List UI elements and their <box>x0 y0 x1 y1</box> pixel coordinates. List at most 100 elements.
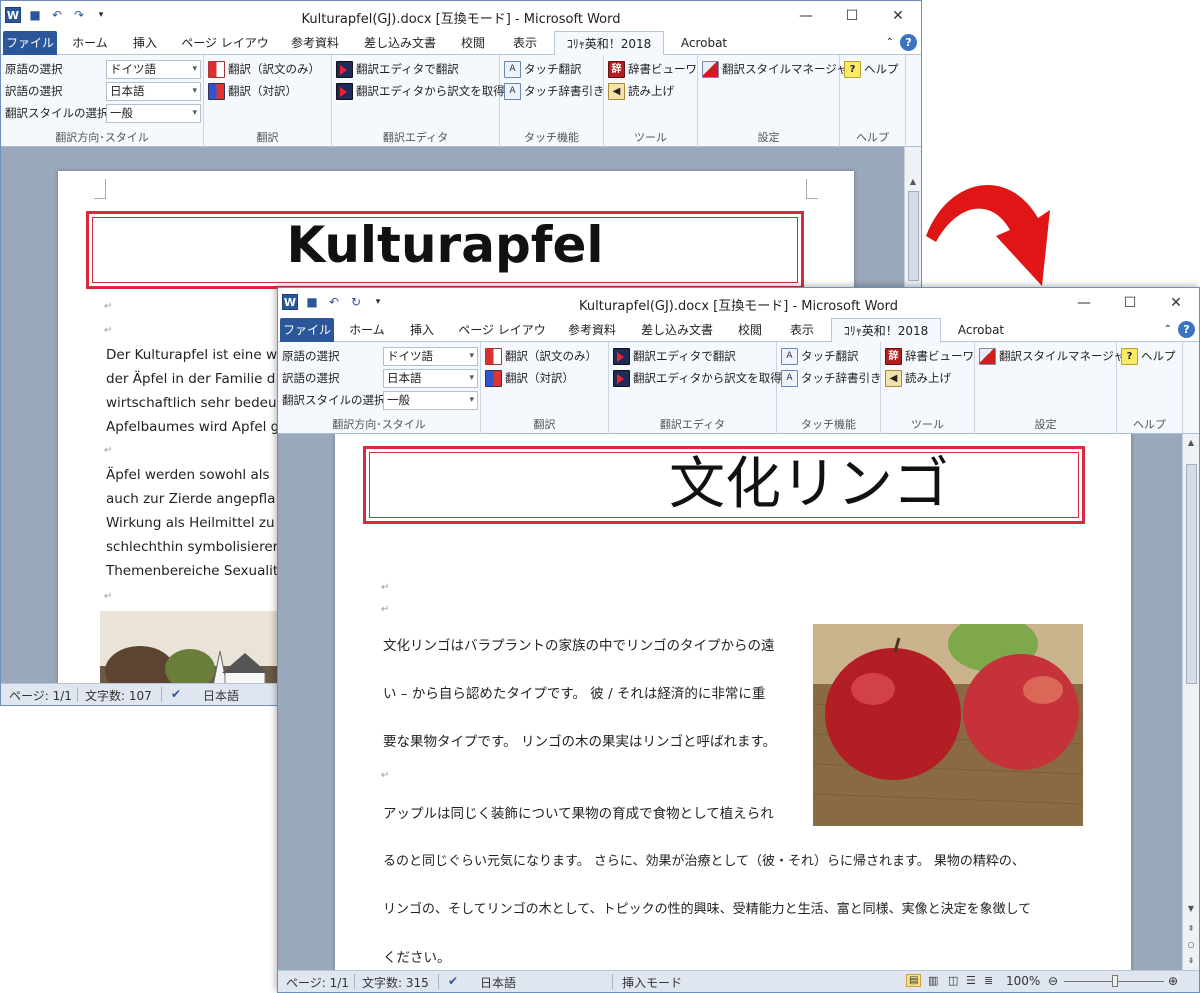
translation-style-select[interactable]: 一般 <box>106 103 201 123</box>
collapse-ribbon-icon[interactable]: ⌃ <box>1164 324 1172 335</box>
touch-translate-button[interactable]: A タッチ翻訳 <box>504 59 582 79</box>
tab-file[interactable]: ファイル <box>3 31 57 55</box>
scroll-up-arrow[interactable]: ▲ <box>1183 438 1199 447</box>
web-layout-icon[interactable]: ◫ <box>948 974 958 987</box>
prev-page-icon[interactable]: ⇞ <box>1183 924 1199 933</box>
paragraph-mark: ↵ <box>104 591 113 602</box>
tab-home[interactable]: ホーム <box>67 31 113 55</box>
translation-style-label: 翻訳スタイルの選択 <box>5 106 109 120</box>
button-label: ヘルプ <box>864 62 899 76</box>
body-line: るのと同じぐらい元気になります。 さらに、効果が治療として（彼・それ）らに帰され… <box>383 854 1025 869</box>
editor-translate-button[interactable]: 翻訳エディタで翻訳 <box>613 346 736 366</box>
tab-korya-eiwa[interactable]: ｺﾘｬ英和！2018 <box>554 31 664 56</box>
touch-dictionary-button[interactable]: A タッチ辞書引き <box>504 81 605 101</box>
minimize-button[interactable]: — <box>1061 288 1107 318</box>
document-area: 文化リンゴ ↵ ↵ 文化リンゴはバラプラントの家族の中でリンゴのタイプからの遠 … <box>278 434 1182 970</box>
insert-mode-status[interactable]: 挿入モード <box>622 974 682 991</box>
zoom-slider-thumb[interactable] <box>1112 975 1118 987</box>
page-count[interactable]: ページ: 1/1 <box>9 687 72 704</box>
maximize-button[interactable]: ☐ <box>829 1 875 31</box>
tab-mailings[interactable]: 差し込み文書 <box>357 31 443 55</box>
group-settings: 翻訳スタイルマネージャ 設定 <box>975 342 1125 434</box>
proofing-icon[interactable]: ✔ <box>448 974 458 988</box>
tab-acrobat[interactable]: Acrobat <box>673 31 735 55</box>
read-aloud-button[interactable]: ◀ 読み上げ <box>608 81 674 101</box>
read-aloud-button[interactable]: ◀ 読み上げ <box>885 368 951 388</box>
tab-page-layout[interactable]: ページ レイアウト <box>454 318 550 361</box>
zoom-in-icon[interactable]: ⊕ <box>1168 974 1178 988</box>
group-editor: 翻訳エディタで翻訳 翻訳エディタから訳文を取得 翻訳エディタ <box>332 55 505 147</box>
tab-insert[interactable]: 挿入 <box>400 318 444 342</box>
language-status[interactable]: 日本語 <box>203 687 239 704</box>
target-language-select[interactable]: 日本語 <box>106 81 201 101</box>
tab-review[interactable]: 校閲 <box>730 318 770 342</box>
scroll-thumb[interactable] <box>1186 464 1197 684</box>
editor-translate-button[interactable]: 翻訳エディタで翻訳 <box>336 59 459 79</box>
zoom-out-icon[interactable]: ⊖ <box>1048 974 1058 988</box>
word-count[interactable]: 文字数: 315 <box>362 974 429 991</box>
translate-bilingual-button[interactable]: 翻訳（対訳） <box>485 368 574 388</box>
minimize-button[interactable]: — <box>783 1 829 31</box>
tab-view[interactable]: 表示 <box>780 318 824 342</box>
dictionary-viewer-button[interactable]: 辞辞書ビューワ <box>885 346 974 366</box>
translate-only-button[interactable]: 翻訳（訳文のみ） <box>485 346 597 366</box>
tab-insert[interactable]: 挿入 <box>123 31 167 55</box>
style-manager-button[interactable]: 翻訳スタイルマネージャ <box>979 346 1125 366</box>
touch-dictionary-button[interactable]: A タッチ辞書引き <box>781 368 882 388</box>
body-line: 文化リンゴはバラプラントの家族の中でリンゴのタイプからの遠 <box>383 638 775 654</box>
group-label: 翻訳エディタ <box>659 418 726 431</box>
source-language-select[interactable]: ドイツ語 <box>383 346 478 366</box>
group-label: 翻訳 <box>256 131 279 144</box>
print-layout-icon[interactable]: ▤ <box>906 974 922 987</box>
tab-acrobat[interactable]: Acrobat <box>950 318 1012 342</box>
maximize-button[interactable]: ☐ <box>1107 288 1153 318</box>
page-count[interactable]: ページ: 1/1 <box>286 974 349 991</box>
tab-page-layout[interactable]: ページ レイアウト <box>177 31 273 74</box>
help-book-icon: ? <box>844 60 861 78</box>
editor-get-translation-button[interactable]: 翻訳エディタから訳文を取得 <box>336 81 505 101</box>
zoom-level[interactable]: 100% <box>1006 974 1040 988</box>
language-status[interactable]: 日本語 <box>480 974 516 991</box>
paragraph-mark: ↵ <box>381 604 390 615</box>
help-icon[interactable]: ? <box>900 34 917 51</box>
dictionary-viewer-button[interactable]: 辞辞書ビューワ <box>608 59 697 79</box>
next-page-icon[interactable]: ⇟ <box>1183 956 1199 965</box>
translate-bilingual-button[interactable]: 翻訳（対訳） <box>208 81 297 101</box>
group-label: タッチ機能 <box>801 418 856 431</box>
source-language-select[interactable]: ドイツ語 <box>106 59 201 79</box>
vertical-scrollbar[interactable]: ▲ ▼ ⇞ ○ ⇟ <box>1182 434 1199 970</box>
word-count[interactable]: 文字数: 107 <box>85 687 152 704</box>
close-button[interactable]: ✕ <box>875 1 921 31</box>
speaker-icon: ◀ <box>608 82 625 100</box>
target-language-select[interactable]: 日本語 <box>383 368 478 388</box>
touch-translate-button[interactable]: A タッチ翻訳 <box>781 346 859 366</box>
tab-korya-eiwa[interactable]: ｺﾘｬ英和！2018 <box>831 318 941 343</box>
proofing-icon[interactable]: ✔ <box>171 687 181 701</box>
body-line: Apfelbaumes wird Apfel g <box>106 419 280 435</box>
tab-view[interactable]: 表示 <box>503 31 547 55</box>
tab-file[interactable]: ファイル <box>280 318 334 342</box>
translate-only-button[interactable]: 翻訳（訳文のみ） <box>208 59 320 79</box>
dictionary-icon: 辞 <box>608 60 625 78</box>
style-manager-button[interactable]: 翻訳スタイルマネージャ <box>702 59 848 79</box>
outline-view-icon[interactable]: ☰ <box>966 974 976 987</box>
tab-references[interactable]: 参考資料 <box>560 318 624 342</box>
tab-references[interactable]: 参考資料 <box>283 31 347 55</box>
help-icon[interactable]: ? <box>1178 321 1195 338</box>
close-button[interactable]: ✕ <box>1153 288 1199 318</box>
ribbon-help-button[interactable]: ? ヘルプ <box>1121 346 1176 366</box>
editor-get-translation-button[interactable]: 翻訳エディタから訳文を取得 <box>613 368 782 388</box>
browse-object-icon[interactable]: ○ <box>1183 940 1199 949</box>
tab-home[interactable]: ホーム <box>344 318 390 342</box>
tab-review[interactable]: 校閲 <box>453 31 493 55</box>
ribbon-help-button[interactable]: ? ヘルプ <box>844 59 899 79</box>
group-touch: A タッチ翻訳 A タッチ辞書引き タッチ機能 <box>500 55 605 147</box>
collapse-ribbon-icon[interactable]: ⌃ <box>886 37 894 48</box>
full-screen-reading-icon[interactable]: ▥ <box>928 974 938 987</box>
draft-view-icon[interactable]: ≣ <box>984 974 993 987</box>
scroll-down-arrow[interactable]: ▼ <box>1183 904 1199 913</box>
button-label: 翻訳スタイルマネージャ <box>999 349 1125 363</box>
tab-mailings[interactable]: 差し込み文書 <box>634 318 720 342</box>
document-page[interactable]: 文化リンゴ ↵ ↵ 文化リンゴはバラプラントの家族の中でリンゴのタイプからの遠 … <box>335 434 1131 970</box>
translation-style-select[interactable]: 一般 <box>383 390 478 410</box>
